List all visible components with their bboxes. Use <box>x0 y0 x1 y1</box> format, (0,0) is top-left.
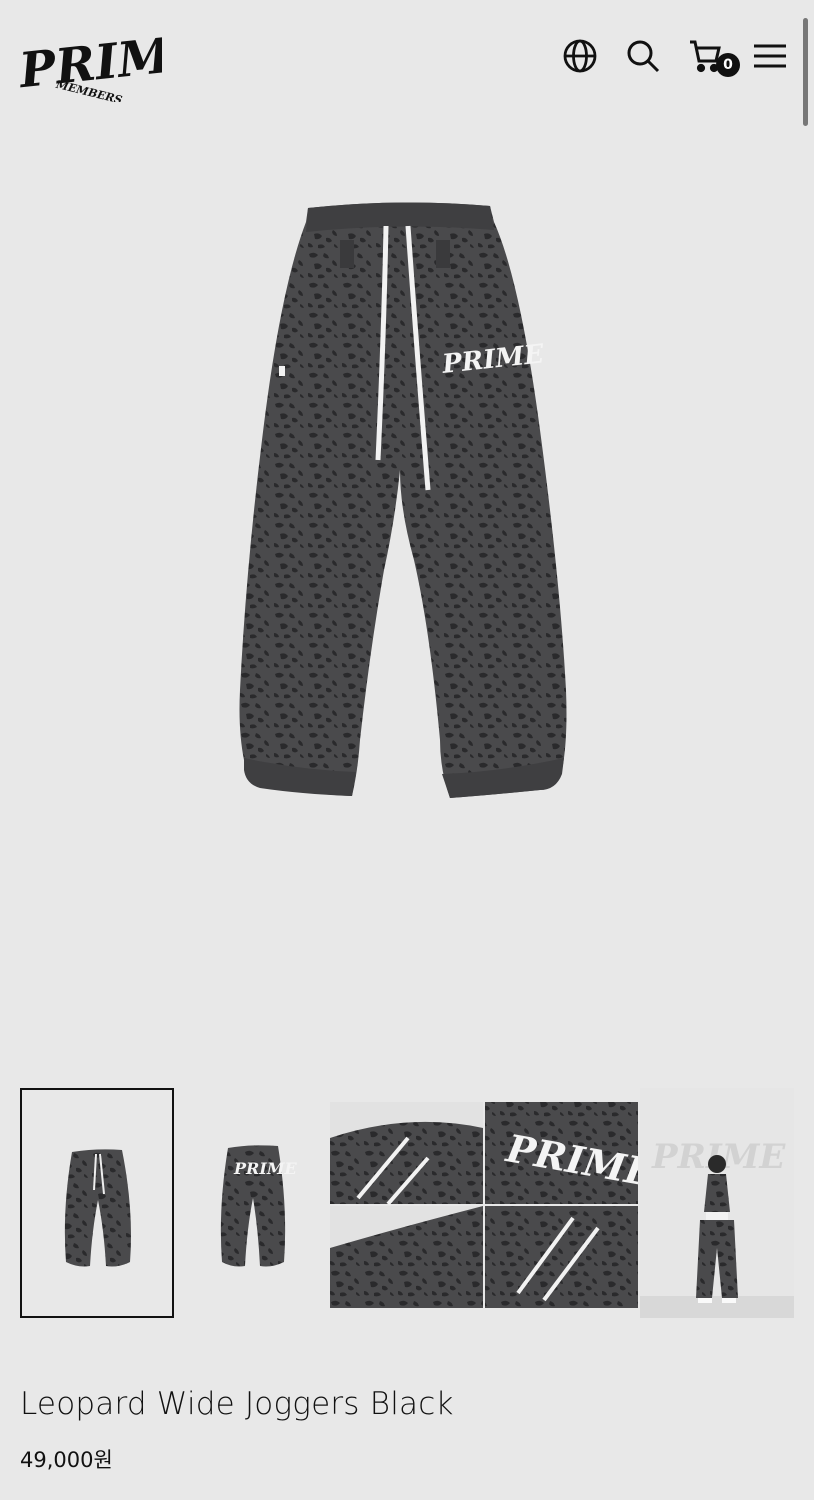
brand-logo[interactable]: PRIME MEMBERS <box>20 30 162 102</box>
thumb-print-logo: PRIME <box>233 1159 298 1178</box>
site-header: PRIME MEMBERS 0 <box>0 0 814 120</box>
cart-count-badge: 0 <box>716 53 740 77</box>
search-icon[interactable] <box>623 36 663 76</box>
thumb-back[interactable]: PRIME <box>174 1088 328 1318</box>
main-product-image[interactable]: PRIME <box>0 130 814 1060</box>
scrollbar[interactable] <box>803 18 808 126</box>
pants-shape <box>239 202 567 798</box>
thumb-model[interactable]: PRIME <box>640 1088 794 1318</box>
thumb-details[interactable]: PRIME <box>328 1088 638 1318</box>
product-title: Leopard Wide Joggers Black <box>20 1386 454 1422</box>
globe-icon[interactable] <box>560 36 600 76</box>
menu-icon[interactable] <box>750 36 790 76</box>
product-price: 49,000원 <box>20 1448 113 1472</box>
thumbnail-strip: PRIME PRIME PRIME <box>20 1088 794 1318</box>
thumb-front[interactable] <box>20 1088 174 1318</box>
